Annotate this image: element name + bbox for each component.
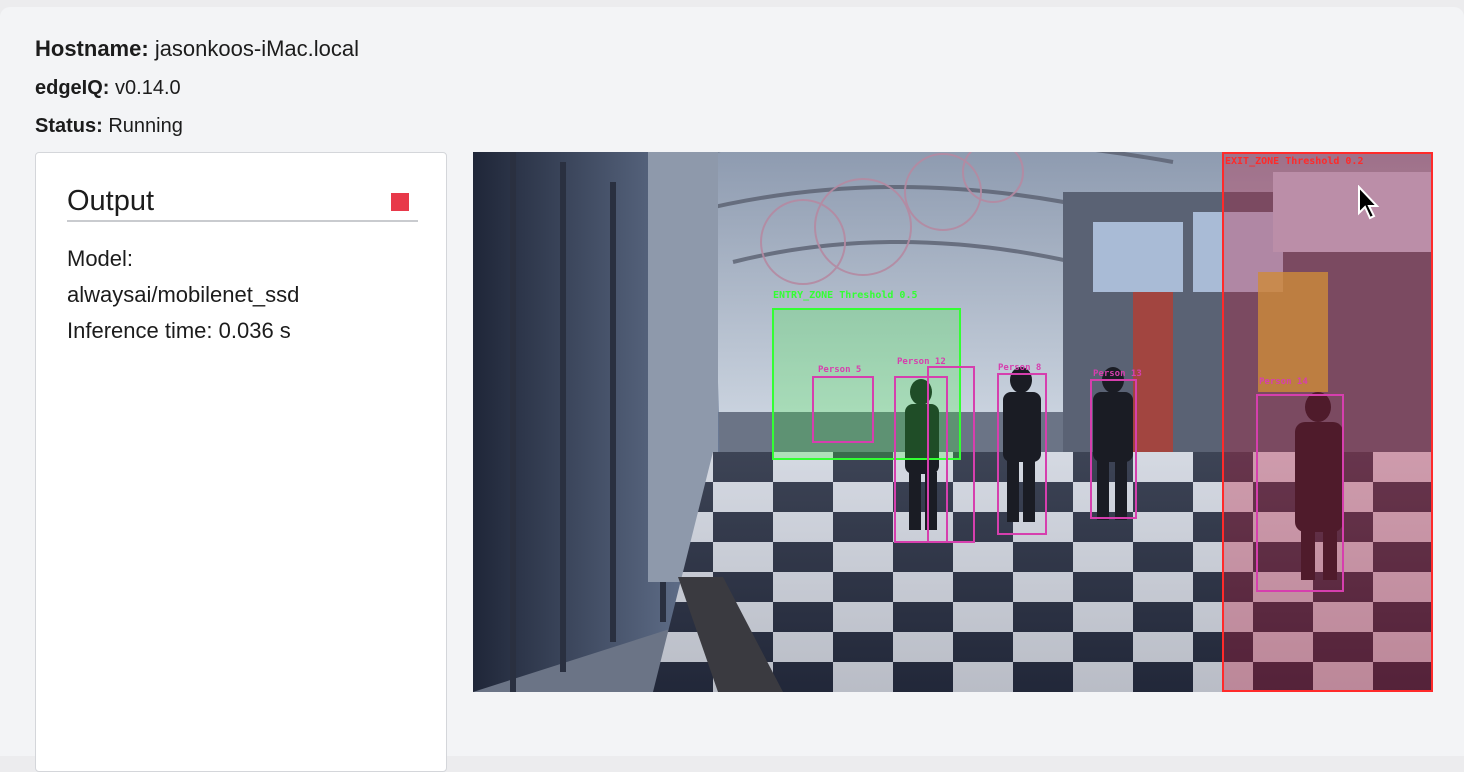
detection-label-4: Person 14 [1259, 377, 1308, 387]
mouse-pointer-icon [1358, 185, 1380, 220]
edgeiq-label: edgeIQ: [35, 77, 110, 99]
entry-zone-label: ENTRY_ZONE Threshold 0.5 [773, 290, 918, 301]
model-value: alwaysai/mobilenet_ssd [67, 282, 300, 307]
edgeiq-value: v0.14.0 [115, 77, 181, 99]
status-line: Status: Running [35, 115, 183, 138]
detection-label-3: Person 13 [1093, 369, 1142, 379]
status-label: Status: [35, 115, 103, 137]
video-frame-image: ENTRY_ZONE Threshold 0.5 EXIT_ZONE Thres… [473, 152, 1433, 692]
output-panel: Output Model: alwaysai/mobilenet_ssd Inf… [35, 152, 447, 772]
video-stream: ENTRY_ZONE Threshold 0.5 EXIT_ZONE Thres… [473, 152, 1433, 692]
status-value: Running [108, 115, 183, 137]
title-divider [67, 220, 418, 222]
stop-square-icon[interactable] [391, 193, 409, 211]
detection-label-5: Person 5 [818, 365, 861, 375]
exit-zone-label: EXIT_ZONE Threshold 0.2 [1225, 156, 1363, 167]
output-title: Output [67, 185, 155, 217]
edgeiq-version-line: edgeIQ: v0.14.0 [35, 77, 181, 100]
hostname-label: Hostname: [35, 36, 149, 61]
inference-time: Inference time: 0.036 s [67, 318, 291, 343]
detection-label-1: Person 12 [897, 357, 946, 367]
detection-label-2: Person 8 [998, 363, 1041, 373]
hostname-value: jasonkoos-iMac.local [154, 36, 360, 61]
hostname-line: Hostname: jasonkoos-iMac.local [35, 36, 359, 62]
model-label: Model: [67, 246, 134, 271]
